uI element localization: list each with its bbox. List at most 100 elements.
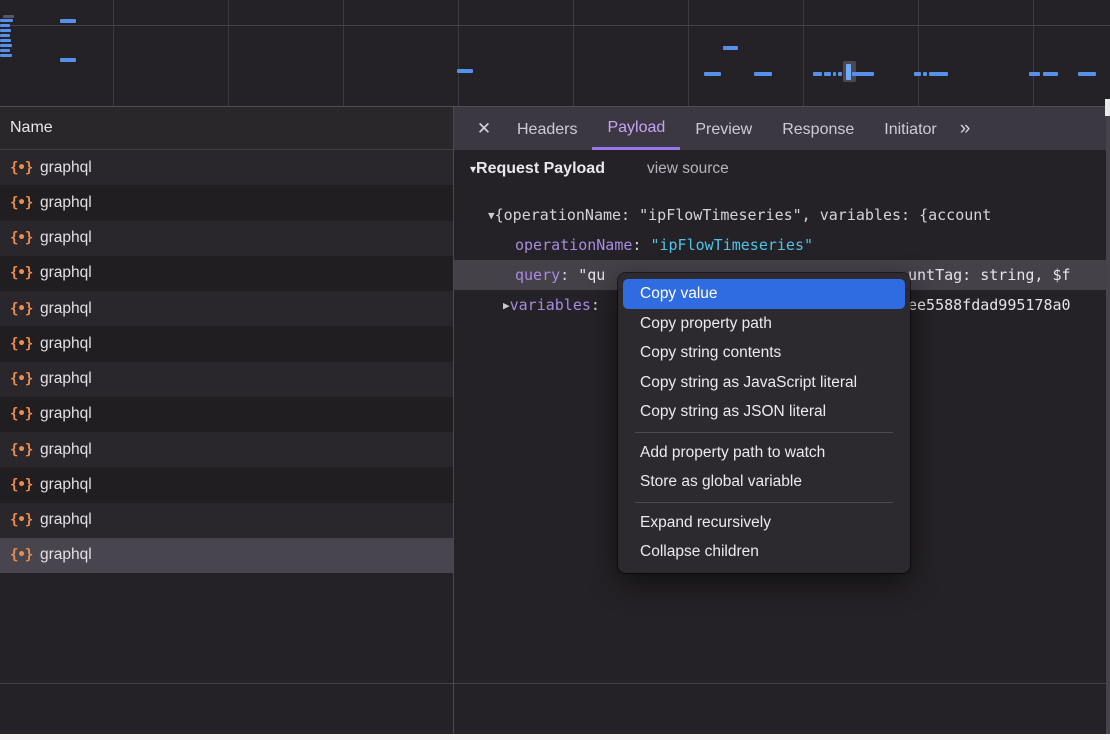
tab-payload[interactable]: Payload [592,107,680,150]
code-segment-key: query [515,266,560,284]
request-timing-bar [1029,72,1040,76]
json-braces-icon: {•} [10,265,32,281]
request-timing-bar [813,72,822,76]
tree-expand-icon[interactable]: ▶ [503,291,510,320]
request-timing-bar [0,19,13,22]
menu-item-add-property-path-to-watch[interactable]: Add property path to watch [623,438,905,468]
view-source-link[interactable]: view source [647,160,729,177]
request-name-label: graphql [40,405,92,423]
json-braces-icon: {•} [10,406,32,422]
json-braces-icon: {•} [10,512,32,528]
json-braces-icon: {•} [10,371,32,387]
request-timing-bar [0,29,11,32]
table-row[interactable]: {•} graphql [0,397,453,432]
right-edge-scroll-track[interactable] [1106,107,1110,734]
menu-item-copy-value[interactable]: Copy value [623,279,905,309]
code-segment-string: "ipFlowTimeseries" [650,236,813,254]
request-timing-bar [1043,72,1058,76]
table-row[interactable]: {•} graphql [0,432,453,467]
table-row[interactable]: {•} graphql [0,362,453,397]
request-timing-bar [838,72,842,76]
right-edge-notch [1105,99,1110,116]
request-timing-bar [852,72,874,76]
timeline-gridline [803,0,804,106]
request-timing-bar [833,72,836,76]
menu-item-copy-property-path[interactable]: Copy property path [623,309,905,339]
request-timing-bar [0,39,11,42]
tree-expand-icon[interactable]: ▼ [488,201,495,230]
timeline-gridline [113,0,114,106]
request-timing-bar [3,15,14,18]
name-column-header[interactable]: Name [0,107,453,150]
request-name-label: graphql [40,194,92,212]
code-segment-plain: : [632,236,650,254]
table-row[interactable]: {•}graphql [0,150,453,185]
request-timing-bar [846,64,851,80]
code-segment-bright: "qu [578,266,605,284]
timeline-gridline [573,0,574,106]
code-fragment-right-of-menu: ee5588fdad995178a0 [908,290,1071,320]
more-tabs-icon[interactable]: » [960,118,969,140]
request-timing-bar [60,58,76,62]
code-segment-plain: {operationName: "ipFlowTimeseries", vari… [495,206,992,224]
network-overview-timeline[interactable] [0,0,1110,106]
request-name-label: graphql [40,476,92,494]
request-timing-bar [0,54,12,57]
json-braces-icon: {•} [10,442,32,458]
table-row[interactable]: {•} graphql [0,185,453,220]
menu-item-store-as-global-variable[interactable]: Store as global variable [623,467,905,497]
payload-tree-row[interactable]: ▼ {operationName: "ipFlowTimeseries", va… [454,200,1110,230]
menu-item-copy-string-contents[interactable]: Copy string contents [623,338,905,368]
menu-item-expand-recursively[interactable]: Expand recursively [623,508,905,538]
timeline-gridline [343,0,344,106]
json-braces-icon: {•} [10,547,32,563]
table-row[interactable]: {•} graphql [0,538,453,573]
table-row[interactable]: {•} graphql [0,256,453,291]
close-icon[interactable]: ✕ [472,119,496,139]
payload-tree-row[interactable]: operationName: "ipFlowTimeseries" [454,230,1110,260]
json-braces-icon: {•} [10,160,32,176]
table-row[interactable]: {•} graphql [0,467,453,502]
tab-headers[interactable]: Headers [502,107,592,150]
request-timing-bar [0,24,10,27]
menu-item-copy-string-as-javascript-literal[interactable]: Copy string as JavaScript literal [623,368,905,398]
table-row[interactable]: {•} graphql [0,326,453,361]
timeline-gridline [918,0,919,106]
request-name-label: graphql [40,264,92,282]
code-fragment-right-of-menu: untTag: string, $f [908,260,1071,290]
tab-preview[interactable]: Preview [680,107,767,150]
request-timing-bar [929,72,948,76]
request-name-label: graphql [40,441,92,459]
code-segment-key: variables [510,296,591,314]
details-footer [454,683,1110,734]
details-tab-bar: ✕ HeadersPayloadPreviewResponseInitiator… [454,107,1110,150]
request-payload-section-header: ▾Request Payloadview source [470,160,729,178]
timeline-ruler-line [0,25,1110,26]
json-braces-icon: {•} [10,477,32,493]
request-timing-bar [0,34,10,37]
request-timing-bar [0,49,10,52]
json-braces-icon: {•} [10,230,32,246]
menu-item-collapse-children[interactable]: Collapse children [623,537,905,567]
timeline-gridline [1033,0,1034,106]
request-timing-bar [60,19,76,23]
code-segment-plain: : [560,266,578,284]
request-name-label: graphql [40,335,92,353]
menu-item-copy-string-as-json-literal[interactable]: Copy string as JSON literal [623,397,905,427]
tab-initiator[interactable]: Initiator [869,107,951,150]
json-braces-icon: {•} [10,195,32,211]
request-timing-bar [824,72,831,76]
request-timing-bar [1078,72,1096,76]
request-name-label: graphql [40,546,92,564]
devtools-network-panel: Name {•} graphql {•} graphql {•} graphql {•} gr… [0,0,1110,740]
table-row[interactable]: {•}graphql [0,503,453,538]
json-braces-icon: {•} [10,336,32,352]
context-menu: Copy valueCopy property pathCopy string … [618,273,910,573]
table-row[interactable]: {•}graphql [0,291,453,326]
tab-response[interactable]: Response [767,107,869,150]
request-timing-bar [704,72,721,76]
menu-separator [635,432,893,433]
table-row[interactable]: {•}graphql [0,221,453,256]
request-name-label: graphql [40,370,92,388]
timeline-gridline [458,0,459,106]
